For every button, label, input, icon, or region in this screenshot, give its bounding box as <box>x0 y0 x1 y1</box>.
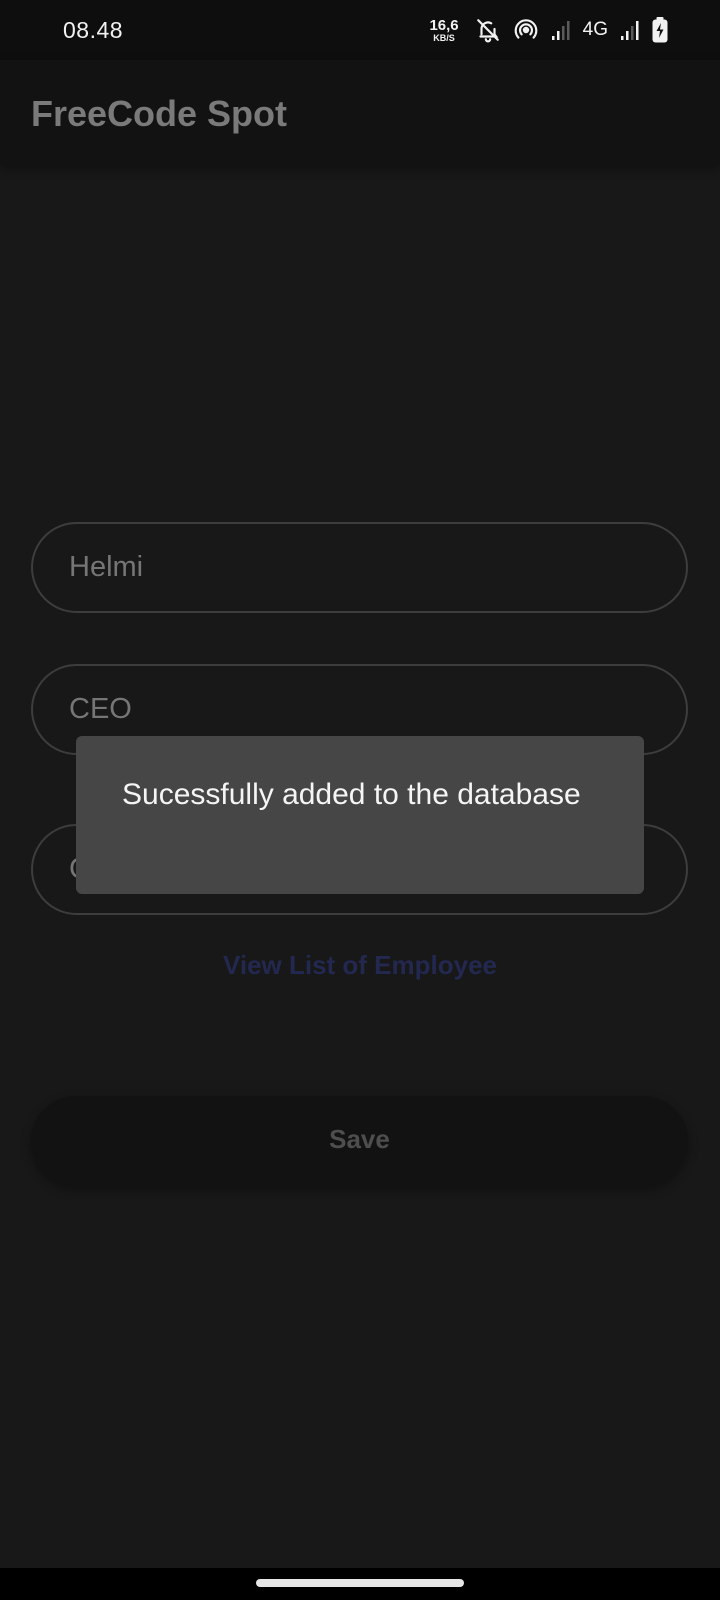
hotspot-icon <box>513 17 539 43</box>
toast-message: Sucessfully added to the database <box>76 736 644 894</box>
network-speed: 16,6 KB/S <box>429 18 458 43</box>
navigation-bar <box>0 1568 720 1600</box>
status-bar: 08.48 16,6 KB/S 4G <box>0 0 720 60</box>
network-speed-unit: KB/S <box>433 32 455 43</box>
network-type: 4G <box>582 19 608 40</box>
signal-icon <box>620 19 640 41</box>
app-bar: FreeCode Spot <box>0 60 720 165</box>
status-time: 08.48 <box>63 17 124 43</box>
name-field[interactable]: Helmi <box>31 522 688 613</box>
signal-icon <box>551 19 571 41</box>
network-speed-value: 16,6 <box>429 16 459 34</box>
home-indicator[interactable] <box>256 1579 464 1587</box>
bell-off-icon <box>475 17 501 43</box>
app-screen: 08.48 16,6 KB/S 4G FreeCode Spot Helmi C… <box>0 0 720 1600</box>
status-icons: 16,6 KB/S 4G <box>429 14 668 46</box>
app-title: FreeCode Spot <box>31 93 288 134</box>
position-field-value: CEO <box>69 693 132 725</box>
name-field-value: Helmi <box>69 551 144 583</box>
view-employee-list-link[interactable]: View List of Employee <box>0 950 720 981</box>
save-button[interactable]: Save <box>31 1096 688 1186</box>
save-button-label: Save <box>329 1124 390 1154</box>
battery-charging-icon <box>652 17 668 43</box>
